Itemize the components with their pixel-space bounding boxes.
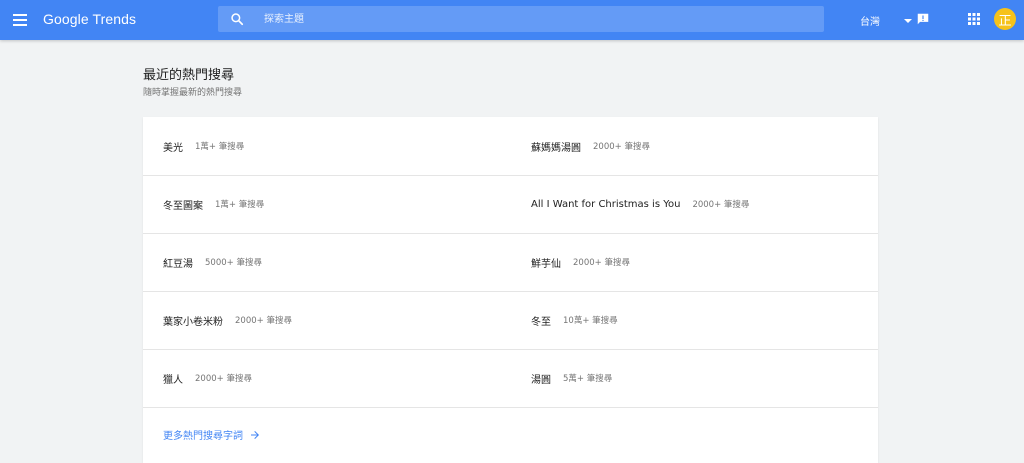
trend-term: 湯圓: [531, 374, 551, 386]
trend-count: 1萬+ 筆搜尋: [195, 142, 245, 152]
trend-count: 2000+ 筆搜尋: [692, 200, 750, 210]
apps-grid-icon[interactable]: [968, 13, 980, 25]
trend-item[interactable]: 湯圓 5萬+ 筆搜尋: [531, 349, 612, 407]
avatar[interactable]: 正: [994, 8, 1016, 30]
trend-item[interactable]: 紅豆湯 5000+ 筆搜尋: [163, 233, 262, 291]
trend-term: 葉家小卷米粉: [163, 316, 223, 328]
search-box[interactable]: [218, 6, 824, 32]
caret-down-icon: [904, 18, 912, 23]
trend-term: 冬至: [531, 316, 551, 328]
trend-item[interactable]: 獵人 2000+ 筆搜尋: [163, 349, 252, 407]
trend-item[interactable]: 美光 1萬+ 筆搜尋: [163, 117, 244, 175]
trend-count: 2000+ 筆搜尋: [573, 258, 630, 268]
trend-term: 鮮芋仙: [531, 258, 561, 270]
trend-item[interactable]: 冬至 10萬+ 筆搜尋: [531, 291, 618, 349]
top-app-bar: Google Trends 台灣 正: [0, 0, 1024, 40]
trend-count: 1萬+ 筆搜尋: [215, 200, 265, 210]
brand-logo[interactable]: Google Trends: [43, 11, 136, 27]
trend-count: 2000+ 筆搜尋: [593, 142, 650, 152]
table-row: 美光 1萬+ 筆搜尋 蘇媽媽湯圓 2000+ 筆搜尋: [143, 117, 878, 176]
trend-term: 蘇媽媽湯圓: [531, 142, 581, 154]
trend-item[interactable]: 蘇媽媽湯圓 2000+ 筆搜尋: [531, 117, 650, 175]
search-input[interactable]: [264, 10, 804, 28]
trend-term: 獵人: [163, 374, 183, 386]
table-row: 獵人 2000+ 筆搜尋 湯圓 5萬+ 筆搜尋: [143, 349, 878, 408]
trend-term: 美光: [163, 142, 183, 154]
table-row: 冬至圖案 1萬+ 筆搜尋 All I Want for Christmas is…: [143, 175, 878, 234]
trend-item[interactable]: 葉家小卷米粉 2000+ 筆搜尋: [163, 291, 292, 349]
trend-count: 5萬+ 筆搜尋: [563, 374, 613, 384]
trend-item[interactable]: 鮮芋仙 2000+ 筆搜尋: [531, 233, 630, 291]
trend-item[interactable]: All I Want for Christmas is You 2000+ 筆搜…: [531, 175, 749, 233]
table-row: 葉家小卷米粉 2000+ 筆搜尋 冬至 10萬+ 筆搜尋: [143, 291, 878, 350]
more-trending-link[interactable]: 更多熱門搜尋字詞: [163, 427, 261, 442]
menu-icon[interactable]: [10, 10, 30, 30]
trend-count: 5000+ 筆搜尋: [205, 258, 262, 268]
trend-term: 紅豆湯: [163, 258, 193, 270]
region-label: 台灣: [860, 17, 880, 28]
trending-searches-card: 美光 1萬+ 筆搜尋 蘇媽媽湯圓 2000+ 筆搜尋 冬至圖案 1萬+ 筆搜尋 …: [143, 117, 878, 463]
table-row: 紅豆湯 5000+ 筆搜尋 鮮芋仙 2000+ 筆搜尋: [143, 233, 878, 292]
feedback-icon[interactable]: [916, 12, 930, 26]
page-title: 最近的熱門搜尋: [143, 68, 235, 83]
region-selector[interactable]: 台灣: [860, 13, 912, 28]
trend-count: 2000+ 筆搜尋: [235, 316, 292, 326]
trend-count: 2000+ 筆搜尋: [195, 374, 252, 384]
arrow-forward-icon: [251, 430, 259, 439]
trend-term: All I Want for Christmas is You: [531, 198, 681, 210]
trend-term: 冬至圖案: [163, 200, 203, 212]
more-trending-label: 更多熱門搜尋字詞: [163, 431, 243, 442]
page-subtitle: 隨時掌握最新的熱門搜尋: [143, 88, 243, 98]
trend-item[interactable]: 冬至圖案 1萬+ 筆搜尋: [163, 175, 264, 233]
trend-count: 10萬+ 筆搜尋: [563, 316, 618, 326]
search-icon[interactable]: [230, 12, 244, 26]
